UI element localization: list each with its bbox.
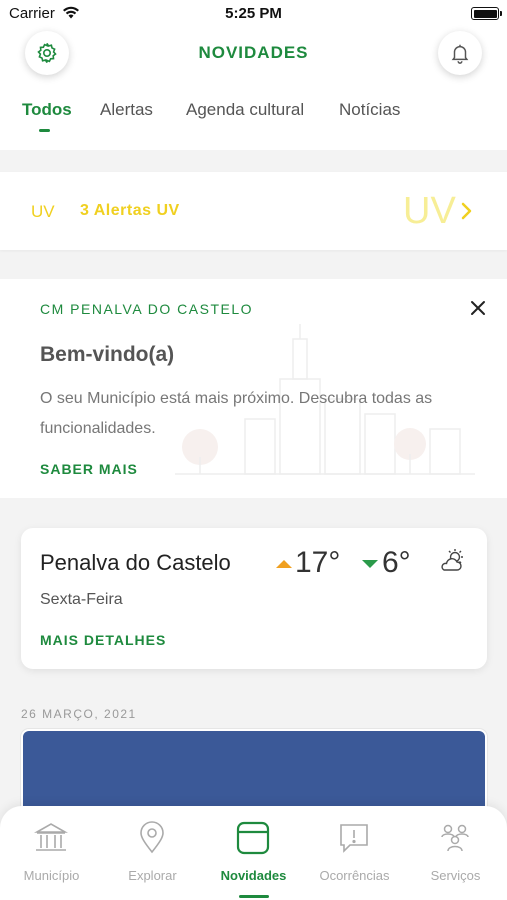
- uv-watermark: UV: [403, 190, 456, 232]
- partly-cloudy-icon: [441, 549, 463, 571]
- chevron-right-icon: [461, 202, 472, 220]
- nav-label: Ocorrências: [319, 868, 390, 883]
- welcome-title: Bem-vindo(a): [40, 343, 175, 366]
- nav-label: Explorar: [128, 868, 177, 883]
- feed-date: 26 MARÇO, 2021: [21, 707, 137, 721]
- building-icon: [33, 823, 69, 851]
- nav-label: Município: [23, 868, 80, 883]
- nav-label: Serviços: [430, 868, 481, 883]
- news-icon: [236, 821, 270, 855]
- max-temperature: 17°: [295, 546, 341, 579]
- notifications-button[interactable]: [438, 31, 482, 75]
- active-tab-indicator: [39, 129, 50, 132]
- tab-noticias[interactable]: Notícias: [339, 100, 400, 120]
- alert-message-icon: [340, 824, 368, 853]
- nav-explorar[interactable]: Explorar: [102, 806, 203, 900]
- bell-icon: [451, 44, 469, 64]
- app-header: NOVIDADES Todos Alertas Agenda cultural …: [0, 28, 507, 150]
- tab-bar: Todos Alertas Agenda cultural Notícias: [0, 100, 507, 140]
- map-pin-icon: [140, 821, 164, 854]
- learn-more-link[interactable]: SABER MAIS: [40, 461, 138, 477]
- nav-label: Novidades: [220, 868, 287, 883]
- nav-servicos[interactable]: Serviços: [405, 806, 506, 900]
- tab-todos[interactable]: Todos: [22, 100, 72, 120]
- uv-badge: UV: [31, 202, 55, 221]
- bottom-navigation: Município Explorar Novidades Ocorrências: [0, 806, 507, 900]
- min-temperature: 6°: [382, 546, 411, 579]
- weather-card[interactable]: Penalva do Castelo 17° 6° Sexta-Feira MA…: [21, 528, 487, 669]
- services-icon: [441, 824, 469, 852]
- organization-label: CM PENALVA DO CASTELO: [40, 301, 254, 317]
- arrow-down-icon: [362, 560, 378, 568]
- welcome-card: CM PENALVA DO CASTELO Bem-vindo(a) O seu…: [0, 279, 507, 498]
- tab-alertas[interactable]: Alertas: [100, 100, 153, 120]
- nav-municipio[interactable]: Município: [1, 806, 102, 900]
- weather-city: Penalva do Castelo: [40, 550, 231, 575]
- nav-novidades[interactable]: Novidades: [203, 806, 304, 900]
- arrow-up-icon: [276, 560, 292, 568]
- page-title: NOVIDADES: [198, 43, 309, 62]
- uv-alert-text: 3 Alertas UV: [80, 202, 180, 219]
- nav-ocorrencias[interactable]: Ocorrências: [304, 806, 405, 900]
- welcome-description: O seu Município está mais próximo. Descu…: [40, 390, 433, 437]
- more-details-link[interactable]: MAIS DETALHES: [40, 632, 166, 648]
- weather-day: Sexta-Feira: [40, 591, 123, 608]
- tab-agenda-cultural[interactable]: Agenda cultural: [186, 100, 304, 120]
- active-nav-indicator: [239, 895, 269, 898]
- status-bar: Carrier 5:25 PM: [0, 0, 507, 28]
- clock: 5:25 PM: [225, 5, 282, 22]
- close-icon[interactable]: [469, 299, 487, 317]
- uv-alert-card[interactable]: UV 3 Alertas UV UV: [0, 172, 507, 250]
- battery-icon: [471, 7, 502, 20]
